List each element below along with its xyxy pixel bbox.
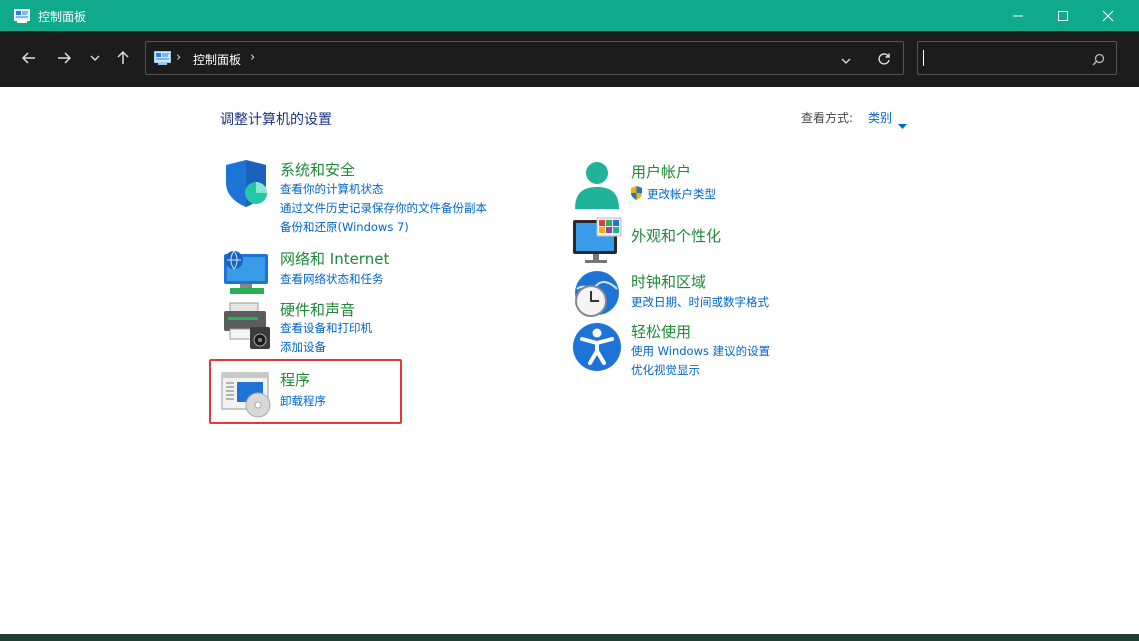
breadcrumb-separator-icon[interactable]: › <box>250 50 255 65</box>
control-panel-icon <box>14 8 30 27</box>
breadcrumb-separator-icon[interactable]: › <box>176 50 181 65</box>
title-bar[interactable]: 控制面板 <box>0 0 1139 31</box>
shield-icon[interactable] <box>220 159 272 211</box>
user-icon[interactable] <box>571 161 623 213</box>
category-title[interactable]: 轻松使用 <box>631 321 691 342</box>
link-backup-restore[interactable]: 备份和还原(Windows 7) <box>280 219 409 235</box>
navigation-toolbar: › 控制面板 › <box>0 31 1139 87</box>
text-cursor <box>923 50 924 66</box>
accessibility-icon[interactable] <box>571 321 623 373</box>
link-file-history-backup[interactable]: 通过文件历史记录保存你的文件备份副本 <box>280 200 487 216</box>
breadcrumb-control-panel[interactable]: 控制面板 <box>193 51 241 68</box>
page-title: 调整计算机的设置 <box>220 112 332 128</box>
forward-button[interactable] <box>51 45 77 71</box>
category-title[interactable]: 硬件和声音 <box>280 299 355 320</box>
back-button[interactable] <box>16 45 42 71</box>
caret-down-icon[interactable] <box>898 114 907 133</box>
printer-icon[interactable] <box>220 299 272 351</box>
refresh-button[interactable] <box>877 51 891 70</box>
control-panel-window: 控制面板 › 控制面板 › 调整计算机的设置 查看方式: 类别 系统和安全 查看… <box>0 0 1139 634</box>
close-icon <box>1102 10 1114 21</box>
maximize-button[interactable] <box>1040 0 1086 31</box>
recent-locations-button[interactable] <box>82 45 108 71</box>
uac-shield-icon <box>630 185 643 204</box>
link-optimize-visual-display[interactable]: 优化视觉显示 <box>631 362 700 378</box>
main-content: 调整计算机的设置 查看方式: 类别 系统和安全 查看你的计算机状态 通过文件历史… <box>0 87 1139 634</box>
control-panel-icon <box>154 51 171 70</box>
minimize-icon <box>1013 15 1023 16</box>
maximize-icon <box>1058 10 1068 21</box>
monitor-icon[interactable] <box>571 216 623 268</box>
address-bar[interactable]: › 控制面板 › <box>145 41 904 75</box>
link-add-device[interactable]: 添加设备 <box>280 339 326 355</box>
link-view-computer-status[interactable]: 查看你的计算机状态 <box>280 181 384 197</box>
arrow-left-icon <box>21 52 35 64</box>
minimize-button[interactable] <box>995 0 1041 31</box>
highlight-box <box>209 359 402 424</box>
chevron-down-icon <box>90 55 100 61</box>
search-icon <box>1092 53 1105 66</box>
chevron-down-icon <box>841 58 851 64</box>
up-button[interactable] <box>110 45 136 71</box>
network-icon[interactable] <box>220 248 272 300</box>
clock-globe-icon[interactable] <box>571 269 623 321</box>
arrow-right-icon <box>58 52 72 64</box>
category-title[interactable]: 外观和个性化 <box>631 225 721 246</box>
arrow-up-icon <box>117 50 129 64</box>
category-title[interactable]: 用户帐户 <box>631 161 691 182</box>
search-box[interactable] <box>917 41 1117 75</box>
category-title[interactable]: 网络和 Internet <box>280 248 389 269</box>
link-change-date-time-format[interactable]: 更改日期、时间或数字格式 <box>631 294 769 310</box>
link-network-status[interactable]: 查看网络状态和任务 <box>280 271 384 287</box>
link-recommended-settings[interactable]: 使用 Windows 建议的设置 <box>631 343 770 359</box>
view-by-label: 查看方式: <box>801 111 854 125</box>
refresh-icon <box>878 53 890 65</box>
link-devices-printers[interactable]: 查看设备和打印机 <box>280 320 372 336</box>
search-button[interactable] <box>1092 51 1105 70</box>
search-input[interactable] <box>922 48 1086 70</box>
close-button[interactable] <box>1085 0 1131 31</box>
view-by-dropdown[interactable]: 类别 <box>868 109 892 126</box>
address-dropdown-button[interactable] <box>840 52 852 71</box>
link-change-account-type[interactable]: 更改帐户类型 <box>647 186 716 202</box>
category-title[interactable]: 时钟和区域 <box>631 271 706 292</box>
window-title: 控制面板 <box>38 10 87 24</box>
category-title[interactable]: 系统和安全 <box>280 159 355 180</box>
